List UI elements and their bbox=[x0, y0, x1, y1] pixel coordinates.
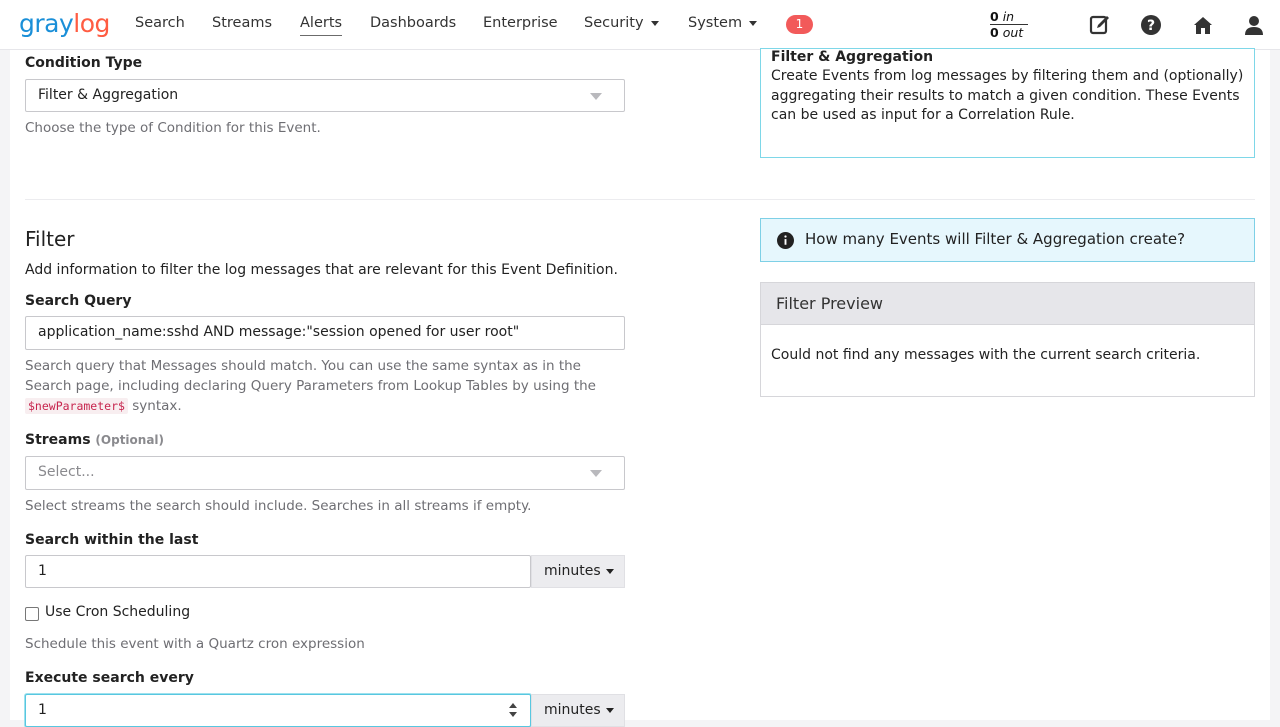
condition-description-title: Filter & Aggregation bbox=[771, 49, 934, 65]
search-within-unit-dropdown[interactable]: minutes bbox=[531, 555, 625, 588]
throughput-in: 0 in bbox=[990, 9, 1029, 25]
condition-description-box: Filter & Aggregation Create Events from … bbox=[760, 48, 1255, 158]
chevron-down-icon bbox=[605, 707, 614, 713]
execute-every-value: 1 bbox=[38, 702, 47, 718]
top-navbar: graylog Search Streams Alerts Dashboards… bbox=[0, 0, 1280, 50]
execute-every-unit-dropdown[interactable]: minutes bbox=[531, 694, 625, 727]
notification-badge[interactable]: 1 bbox=[786, 15, 813, 34]
svg-text:?: ? bbox=[1147, 18, 1155, 34]
streams-help: Select streams the search should include… bbox=[25, 498, 532, 514]
filter-preview-message: Could not find any messages with the cur… bbox=[771, 347, 1201, 363]
search-within-unit-label: minutes bbox=[544, 563, 601, 579]
search-query-input[interactable]: application_name:sshd AND message:"sessi… bbox=[25, 316, 625, 350]
nav-dashboards[interactable]: Dashboards bbox=[370, 15, 456, 31]
search-query-help-suffix: syntax. bbox=[132, 398, 182, 414]
help-icon[interactable]: ? bbox=[1140, 14, 1162, 36]
cron-scheduling-label[interactable]: Use Cron Scheduling bbox=[45, 604, 190, 620]
filter-section-description: Add information to filter the log messag… bbox=[25, 262, 618, 278]
chevron-down-icon bbox=[590, 470, 602, 477]
search-query-label: Search Query bbox=[25, 293, 132, 309]
streams-label: Streams (Optional) bbox=[25, 432, 164, 448]
nav-security-dropdown[interactable]: Security bbox=[584, 15, 659, 31]
search-query-help-text: Search query that Messages should match.… bbox=[25, 358, 596, 394]
search-within-input[interactable]: 1 bbox=[25, 555, 531, 588]
filter-preview-title: Filter Preview bbox=[761, 283, 1254, 325]
chevron-down-icon bbox=[590, 93, 602, 100]
condition-description-text: Create Events from log messages by filte… bbox=[771, 68, 1244, 123]
logo-text: gray bbox=[19, 9, 74, 38]
chevron-down-icon bbox=[749, 20, 758, 26]
condition-type-help: Choose the type of Condition for this Ev… bbox=[25, 120, 321, 136]
throughput-indicator[interactable]: 0 in 0 out bbox=[990, 9, 1029, 40]
throughput-out: 0 out bbox=[990, 25, 1024, 40]
event-definition-form: Condition Type Filter & Aggregation Choo… bbox=[10, 48, 1270, 727]
chevron-down-icon bbox=[650, 20, 659, 26]
cron-scheduling-checkbox[interactable] bbox=[25, 607, 39, 621]
nav-system-label: System bbox=[688, 15, 743, 31]
nav-search[interactable]: Search bbox=[135, 15, 185, 31]
execute-every-input[interactable]: 1 bbox=[25, 694, 531, 727]
info-icon bbox=[777, 232, 794, 249]
logo-accent-text: log bbox=[73, 9, 110, 38]
home-icon[interactable] bbox=[1192, 14, 1214, 36]
graylog-logo[interactable]: graylog bbox=[19, 9, 110, 38]
nav-security-label: Security bbox=[584, 15, 644, 31]
nav-alerts[interactable]: Alerts bbox=[300, 15, 343, 36]
execute-every-label: Execute search every bbox=[25, 670, 194, 686]
user-icon[interactable] bbox=[1243, 14, 1265, 36]
search-within-label: Search within the last bbox=[25, 532, 199, 548]
execute-every-unit-label: minutes bbox=[544, 702, 601, 718]
streams-placeholder: Select... bbox=[38, 464, 95, 480]
condition-type-select[interactable]: Filter & Aggregation bbox=[25, 79, 625, 112]
number-stepper-icon[interactable] bbox=[508, 701, 518, 719]
new-parameter-code: $newParameter$ bbox=[25, 398, 128, 414]
edit-icon[interactable] bbox=[1089, 14, 1111, 36]
condition-type-value: Filter & Aggregation bbox=[38, 87, 179, 103]
section-divider bbox=[25, 199, 1255, 200]
cron-scheduling-help: Schedule this event with a Quartz cron e… bbox=[25, 636, 365, 652]
search-query-help: Search query that Messages should match.… bbox=[25, 356, 625, 416]
chevron-down-icon bbox=[605, 568, 614, 574]
condition-type-label: Condition Type bbox=[25, 55, 143, 71]
events-estimate-alert[interactable]: How many Events will Filter & Aggregatio… bbox=[760, 218, 1255, 262]
streams-label-text: Streams bbox=[25, 432, 91, 448]
filter-section-title: Filter bbox=[25, 227, 75, 251]
nav-enterprise[interactable]: Enterprise bbox=[483, 15, 558, 31]
filter-preview-panel: Filter Preview Could not find any messag… bbox=[760, 282, 1255, 397]
streams-select[interactable]: Select... bbox=[25, 456, 625, 490]
nav-system-dropdown[interactable]: System bbox=[688, 15, 758, 31]
streams-optional-tag: (Optional) bbox=[95, 433, 165, 447]
nav-streams[interactable]: Streams bbox=[212, 15, 272, 31]
events-estimate-text: How many Events will Filter & Aggregatio… bbox=[805, 230, 1186, 248]
